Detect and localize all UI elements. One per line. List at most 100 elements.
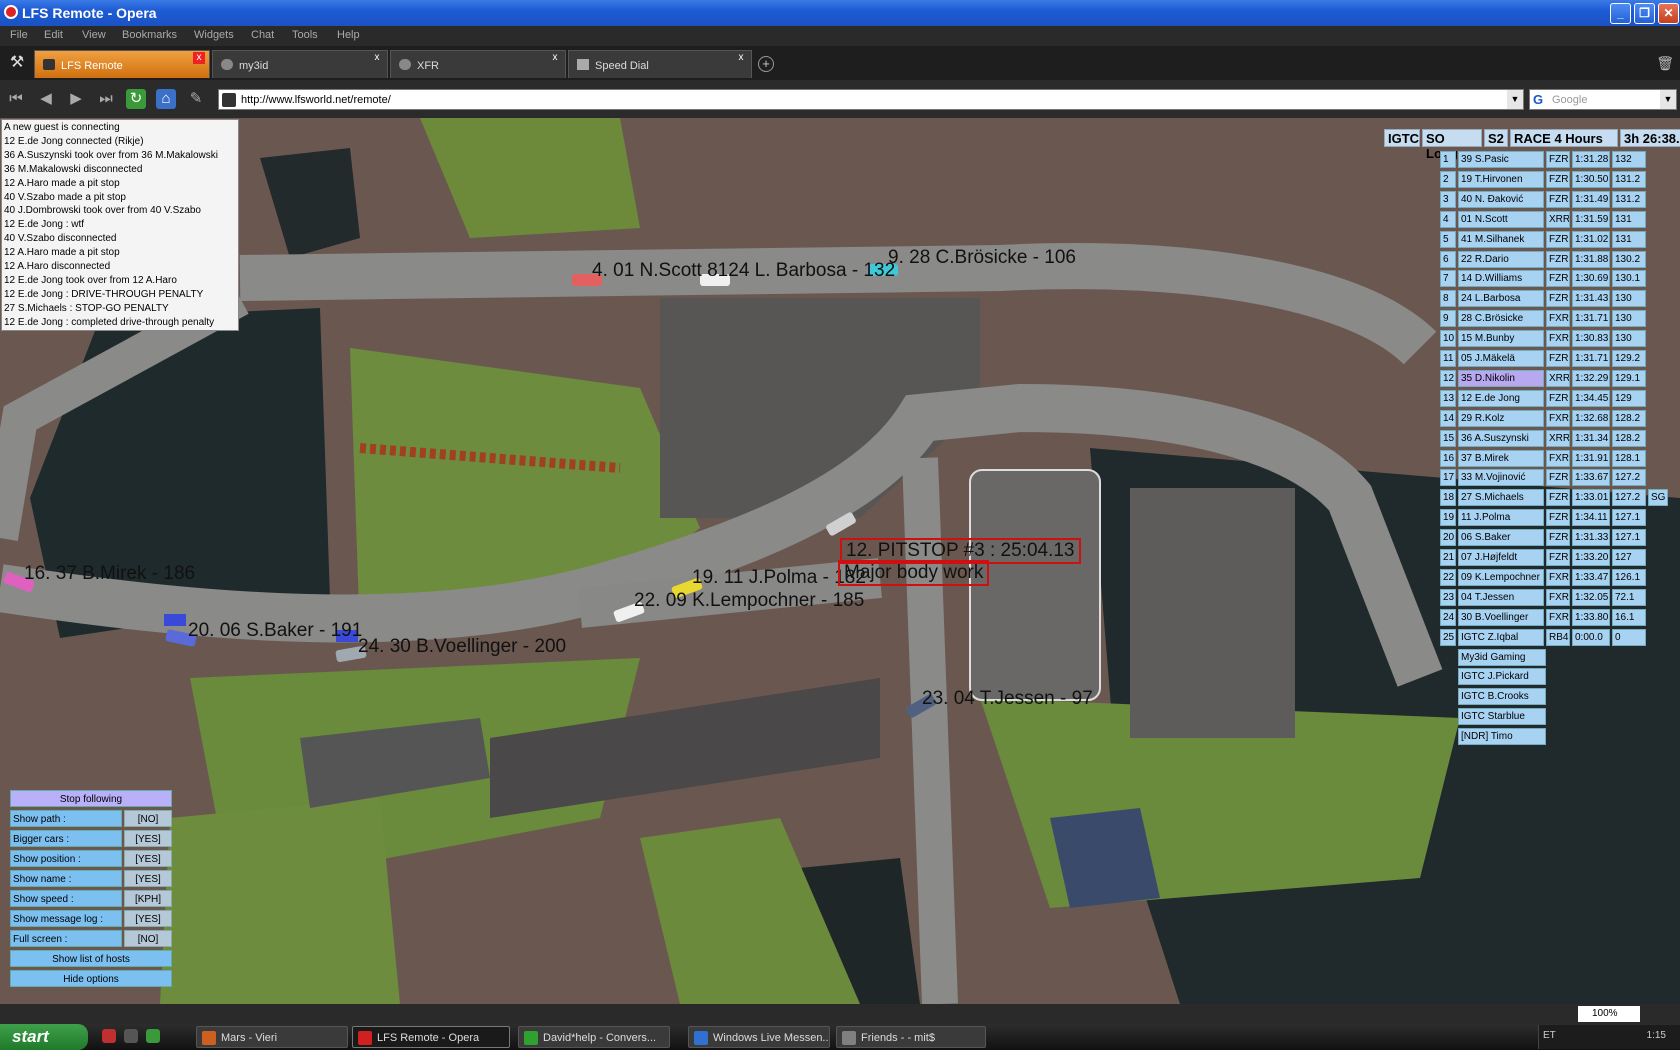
menu-edit[interactable]: Edit <box>44 29 63 41</box>
full-screen-toggle[interactable]: [NO] <box>124 930 172 947</box>
log-line: 12 E.de Jong connected (Rikje) <box>4 135 144 147</box>
server-tag: IGTC <box>1384 129 1420 147</box>
standing-laptime: 1:31.71 <box>1572 350 1610 367</box>
taskbar-item[interactable]: David*help - Convers... <box>518 1026 670 1048</box>
site-favicon <box>222 93 236 107</box>
forward-icon[interactable]: ▶ <box>66 89 86 109</box>
close-tab-icon[interactable]: x <box>735 52 747 64</box>
tab-speed-dial[interactable]: Speed Dial x <box>568 50 752 78</box>
tools-icon[interactable]: ⚒ <box>4 52 30 74</box>
standing-position: 25 <box>1440 628 1456 646</box>
messenger-quicklaunch-icon[interactable] <box>146 1029 160 1043</box>
tab-xfr[interactable]: XFR x <box>390 50 566 78</box>
show-speed-toggle[interactable]: [KPH] <box>124 890 172 907</box>
option-label: Bigger cars : <box>10 830 122 847</box>
bigger-cars-toggle[interactable]: [YES] <box>124 830 172 847</box>
menu-chat[interactable]: Chat <box>251 29 274 41</box>
standing-driver: 28 C.Brösicke <box>1458 310 1544 328</box>
race-map[interactable]: 4. 01 N.Scott 8124 L. Barbosa - 132 9. 2… <box>0 118 1680 1004</box>
standing-position: 19 <box>1440 509 1456 527</box>
taskbar-item[interactable]: Friends - - mit$ <box>836 1026 986 1048</box>
log-line: 12 A.Haro made a pit stop <box>4 247 120 259</box>
standing-laptime: 1:31.34 <box>1572 429 1610 447</box>
back-icon[interactable]: ◀ <box>36 89 56 109</box>
menu-bookmarks[interactable]: Bookmarks <box>122 29 177 41</box>
address-url: http://www.lfsworld.net/remote/ <box>241 94 391 106</box>
tab-lfs-remote[interactable]: LFS Remote x <box>34 50 210 78</box>
standing-laptime: 1:31.71 <box>1572 310 1610 328</box>
show-name-toggle[interactable]: [YES] <box>124 870 172 887</box>
standing-position: 3 <box>1440 190 1456 208</box>
log-line: 12 E.de Jong : completed drive-through p… <box>4 316 215 328</box>
app-quicklaunch-icon[interactable] <box>124 1029 138 1043</box>
standing-car: FZR <box>1546 190 1570 208</box>
rewind-icon[interactable]: ⏮ <box>6 89 26 109</box>
show-position-toggle[interactable]: [YES] <box>124 850 172 867</box>
standing-laptime: 1:34.11 <box>1572 509 1610 527</box>
close-button[interactable]: ✕ <box>1658 3 1679 24</box>
standing-car: FZR <box>1546 230 1570 248</box>
chevron-down-icon[interactable]: ▼ <box>1507 90 1523 109</box>
address-bar[interactable]: http://www.lfsworld.net/remote/ ▼ <box>218 89 1524 110</box>
standing-driver: 29 R.Kolz <box>1458 409 1544 427</box>
log-line: 12 E.de Jong : wtf <box>4 219 85 231</box>
standing-driver: 39 S.Pasic <box>1458 151 1544 168</box>
standing-distance: 128.2 <box>1612 429 1646 447</box>
standing-car: FZR <box>1546 151 1570 168</box>
language-indicator[interactable]: ET <box>1543 1030 1556 1041</box>
standing-distance: 127 <box>1612 549 1646 566</box>
standing-laptime: 0:00.0 <box>1572 628 1610 646</box>
standing-distance: 130.2 <box>1612 250 1646 268</box>
start-button[interactable]: start <box>0 1024 88 1050</box>
new-tab-button[interactable]: + <box>758 56 774 72</box>
home-icon[interactable]: ⌂ <box>156 89 176 109</box>
zoom-control[interactable]: 100% <box>1578 1006 1640 1022</box>
taskbar-item[interactable]: Mars - Vieri <box>196 1026 348 1048</box>
standing-position: 8 <box>1440 290 1456 308</box>
show-hosts-button[interactable]: Show list of hosts <box>10 950 172 967</box>
standing-distance: 131.2 <box>1612 170 1646 188</box>
search-field[interactable]: G Google ▼ <box>1529 89 1677 110</box>
menu-tools[interactable]: Tools <box>292 29 318 41</box>
standing-driver: 11 J.Polma <box>1458 509 1544 527</box>
minimize-button[interactable]: _ <box>1610 3 1631 24</box>
trash-icon[interactable]: 🗑 <box>1656 55 1674 72</box>
show-message-log-toggle[interactable]: [YES] <box>124 910 172 927</box>
menu-widgets[interactable]: Widgets <box>194 29 234 41</box>
log-line: 40 J.Dombrowski took over from 40 V.Szab… <box>4 205 201 217</box>
taskbar-item[interactable]: LFS Remote - Opera <box>352 1026 510 1048</box>
show-path-toggle[interactable]: [NO] <box>124 810 172 827</box>
clock: 1:15 <box>1646 1030 1666 1041</box>
standing-distance: 132 <box>1612 151 1646 168</box>
edit-icon[interactable]: ✎ <box>186 89 206 109</box>
menu-file[interactable]: File <box>10 29 28 41</box>
option-label: Show message log : <box>10 910 122 927</box>
pitstop-reason: Major body work <box>838 560 990 586</box>
taskbar-item[interactable]: Windows Live Messen... <box>688 1026 830 1048</box>
fast-forward-icon[interactable]: ⏭ <box>96 89 116 109</box>
maximize-button[interactable]: ❐ <box>1634 3 1655 24</box>
standing-laptime: 1:32.05 <box>1572 588 1610 606</box>
tab-my3id[interactable]: my3id x <box>212 50 388 78</box>
close-tab-icon[interactable]: x <box>371 52 383 64</box>
zoom-value: 100% <box>1592 1008 1618 1019</box>
standing-driver: 07 J.Højfeldt <box>1458 549 1544 566</box>
opera-quicklaunch-icon[interactable] <box>102 1029 116 1043</box>
taskbar-item-label: Windows Live Messen... <box>713 1032 830 1044</box>
stop-following-button[interactable]: Stop following <box>10 790 172 807</box>
standing-car: FXR <box>1546 588 1570 606</box>
standing-distance: 16.1 <box>1612 608 1646 626</box>
reload-icon[interactable]: ↻ <box>126 89 146 109</box>
sector: S2 <box>1484 129 1508 147</box>
standing-position: 5 <box>1440 230 1456 248</box>
tab-bar: ⚒ LFS Remote x my3id x XFR x Speed Dial … <box>0 46 1680 80</box>
hide-options-button[interactable]: Hide options <box>10 970 172 987</box>
close-tab-icon[interactable]: x <box>193 52 205 64</box>
menu-help[interactable]: Help <box>337 29 360 41</box>
chevron-down-icon[interactable]: ▼ <box>1660 90 1676 109</box>
map-label: 22. 09 K.Lempochner - 185 <box>634 590 865 611</box>
standing-position: 10 <box>1440 330 1456 348</box>
menu-view[interactable]: View <box>82 29 106 41</box>
close-tab-icon[interactable]: x <box>549 52 561 64</box>
standing-car: FZR <box>1546 489 1570 507</box>
